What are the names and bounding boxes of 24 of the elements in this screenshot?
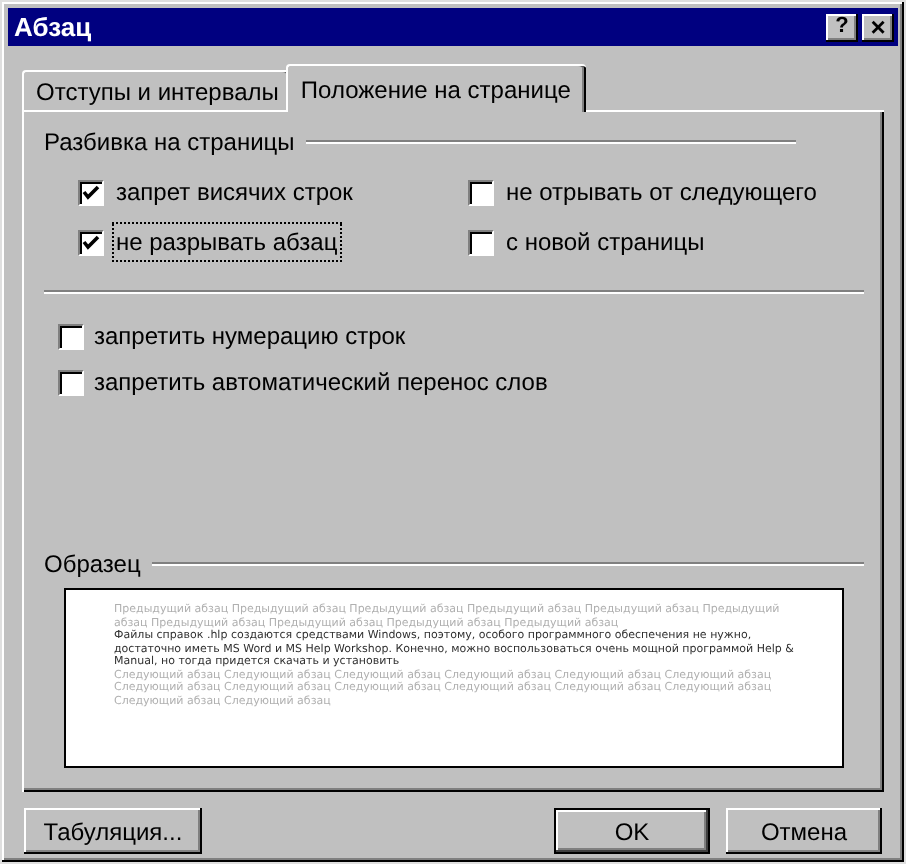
dialog-button[interactable]: OK xyxy=(554,808,710,854)
checkbox-label: запретить нумерацию строк xyxy=(94,320,406,354)
checkbox[interactable] xyxy=(468,179,494,205)
checkbox[interactable] xyxy=(78,179,104,205)
checkbox[interactable] xyxy=(58,323,84,349)
group-title: Разбивка на страницы xyxy=(44,126,295,160)
dialog-button[interactable]: Отмена xyxy=(726,808,882,854)
tab[interactable]: Положение на странице xyxy=(286,64,587,112)
checkbox-label: не отрывать от следующего xyxy=(504,176,819,210)
checkbox-label: с новой страницы xyxy=(504,226,707,260)
tab[interactable]: Отступы и интервалы xyxy=(22,70,291,110)
checkbox-label: запрет висячих строк xyxy=(114,176,355,210)
checkbox-label: запретить автоматический перенос слов xyxy=(94,366,548,400)
help-button[interactable]: ? xyxy=(826,13,858,41)
checkbox[interactable] xyxy=(78,229,104,255)
checkbox[interactable] xyxy=(468,229,494,255)
close-button[interactable]: × xyxy=(862,13,894,41)
checkbox-label: не разрывать абзац xyxy=(112,222,342,262)
checkmark-icon xyxy=(82,233,100,251)
checkmark-icon xyxy=(82,183,100,201)
dialog-button[interactable]: Табуляция... xyxy=(24,808,202,854)
window-title: Абзац xyxy=(14,9,92,46)
group-title: Образец xyxy=(44,548,141,582)
checkbox[interactable] xyxy=(58,369,84,395)
